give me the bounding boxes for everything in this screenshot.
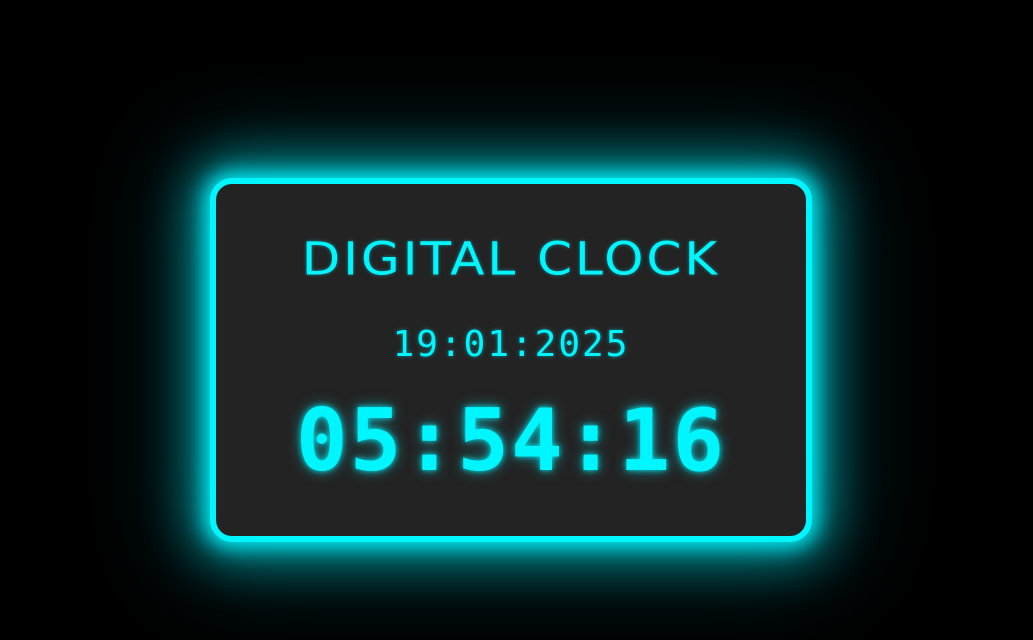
page: DIGITAL CLOCK 19:01:2025 05:54:16	[0, 0, 1033, 640]
clock-date: 19:01:2025	[392, 324, 630, 365]
clock-card: DIGITAL CLOCK 19:01:2025 05:54:16	[210, 178, 812, 542]
clock-title: DIGITAL CLOCK	[301, 232, 721, 286]
clock-time: 05:54:16	[295, 391, 727, 491]
